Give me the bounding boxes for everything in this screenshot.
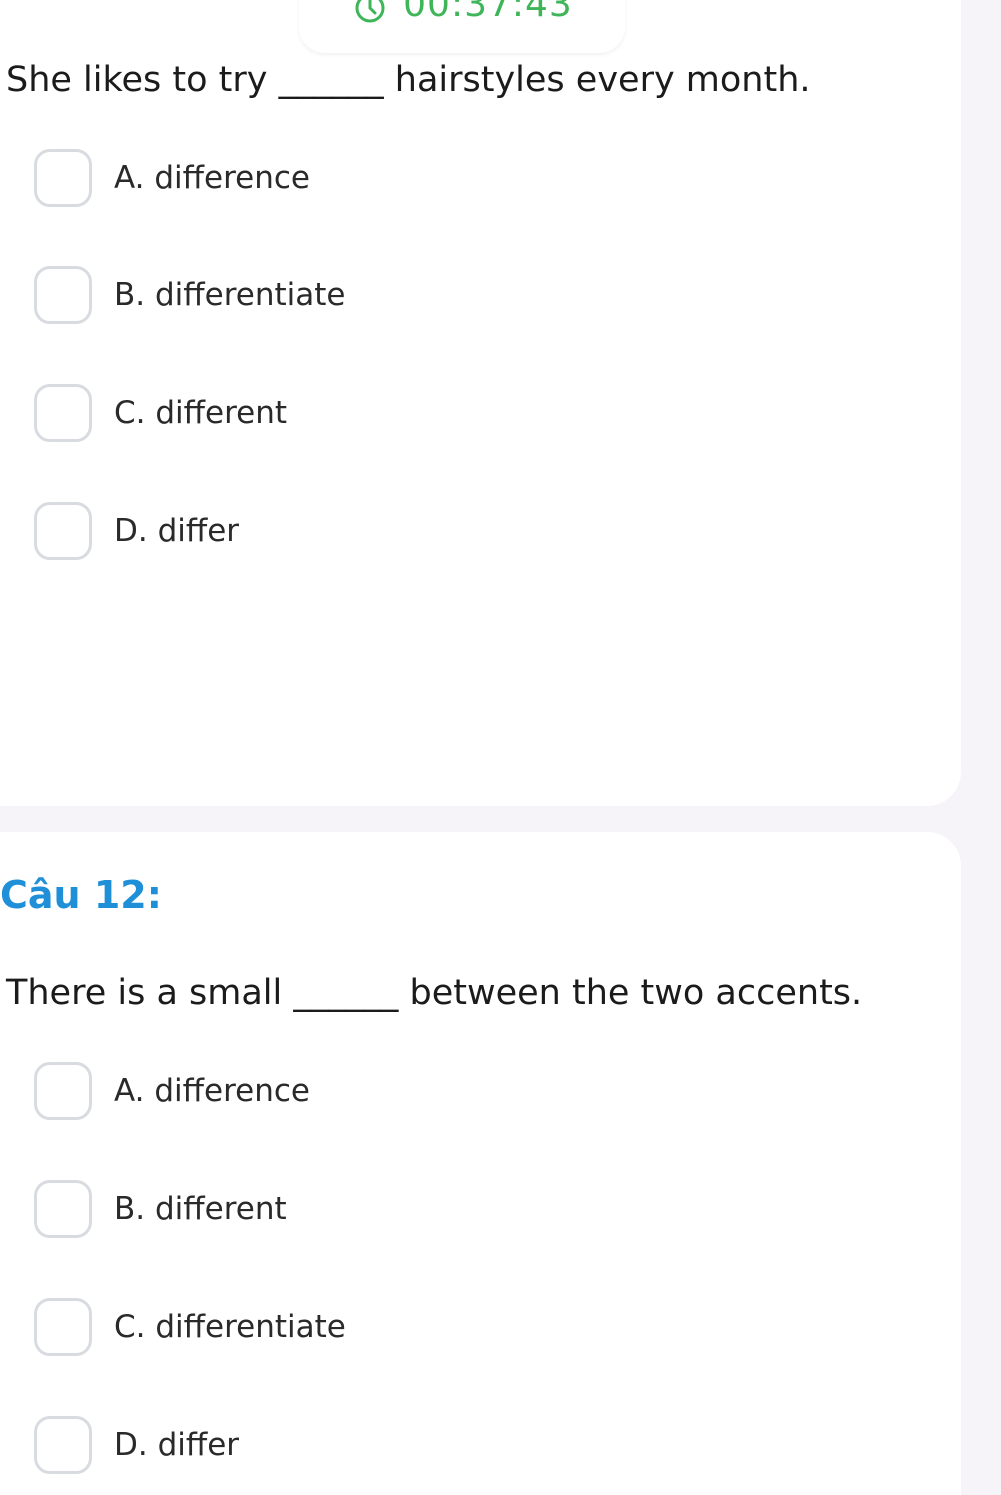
option-label: A. difference	[114, 1073, 310, 1109]
answer-checkbox[interactable]	[34, 266, 92, 324]
question-text: She likes to try ______ hairstyles every…	[6, 60, 811, 100]
option-b[interactable]: B. different	[34, 1177, 634, 1241]
question-number: Câu 12:	[0, 873, 162, 917]
answer-checkbox[interactable]	[34, 1062, 92, 1120]
answer-checkbox[interactable]	[34, 149, 92, 207]
quiz-page: 00:37:43 She likes to try ______ hairsty…	[0, 0, 1001, 1495]
option-label: B. differentiate	[114, 277, 346, 313]
answer-checkbox[interactable]	[34, 1298, 92, 1356]
answer-checkbox[interactable]	[34, 502, 92, 560]
option-c[interactable]: C. different	[34, 381, 634, 445]
option-label: C. differentiate	[114, 1309, 346, 1345]
question-text: There is a small ______ between the two …	[6, 973, 863, 1013]
answer-checkbox[interactable]	[34, 1416, 92, 1474]
option-c[interactable]: C. differentiate	[34, 1295, 634, 1359]
answer-checkbox[interactable]	[34, 384, 92, 442]
option-a[interactable]: A. difference	[34, 146, 634, 210]
clock-icon	[355, 0, 385, 23]
question-card-11: She likes to try ______ hairstyles every…	[0, 0, 961, 806]
option-label: D. differ	[114, 1427, 240, 1463]
option-label: A. difference	[114, 160, 310, 196]
option-label: B. different	[114, 1191, 287, 1227]
question-card-12	[0, 832, 961, 1495]
option-label: D. differ	[114, 513, 240, 549]
answer-checkbox[interactable]	[34, 1180, 92, 1238]
option-label: C. different	[114, 395, 288, 431]
timer-badge: 00:37:43	[299, 0, 625, 53]
option-d[interactable]: D. differ	[34, 1413, 634, 1477]
option-a[interactable]: A. difference	[34, 1059, 634, 1123]
option-d[interactable]: D. differ	[34, 499, 634, 563]
option-b[interactable]: B. differentiate	[34, 263, 634, 327]
timer-value: 00:37:43	[403, 0, 573, 25]
